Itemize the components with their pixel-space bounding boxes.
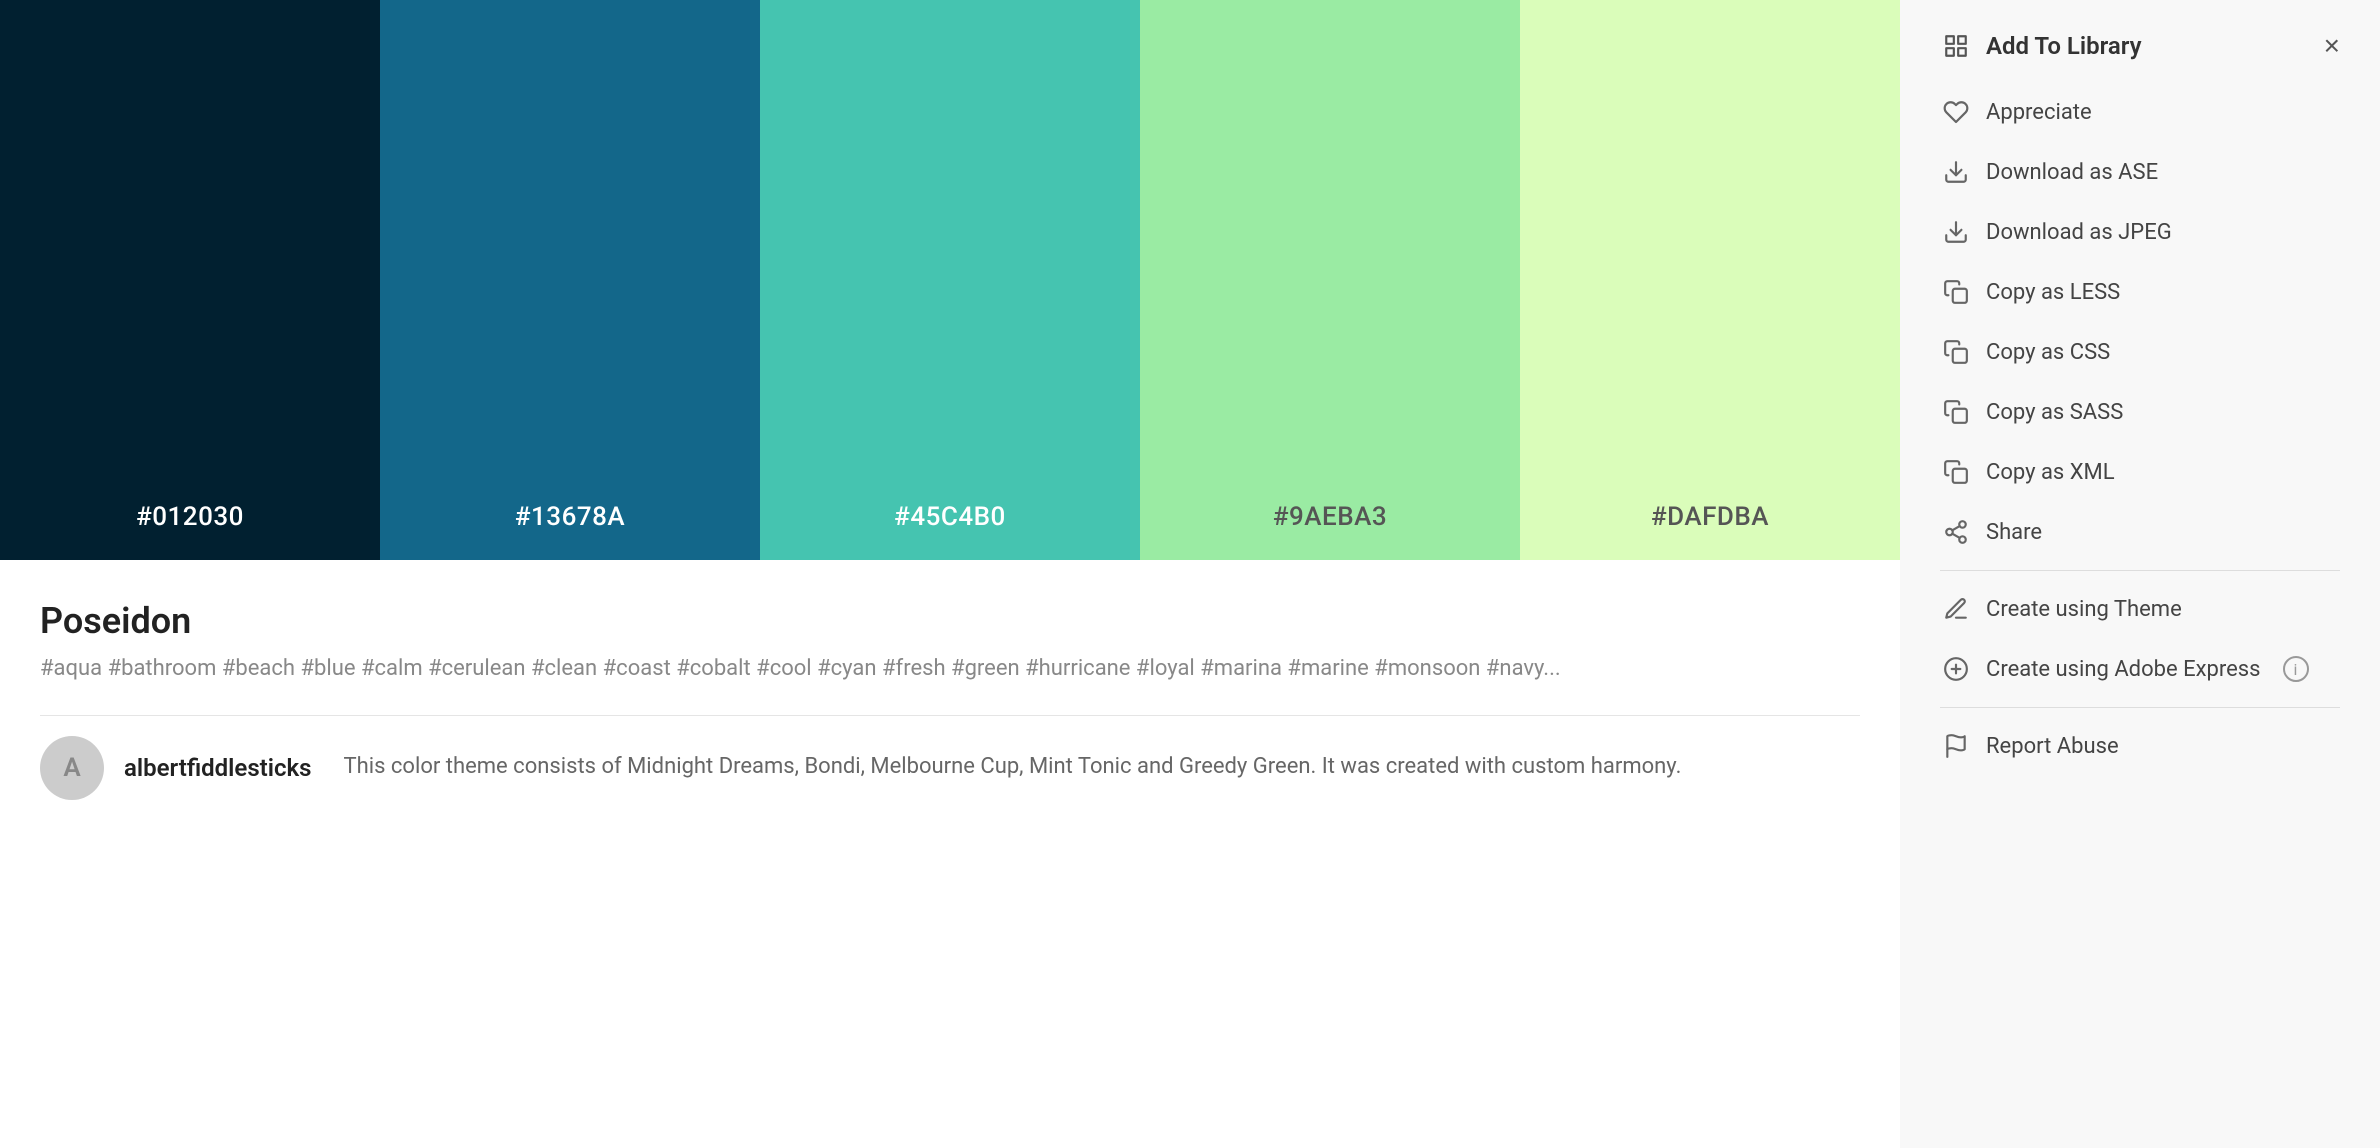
menu-item-download-jpeg[interactable]: Download as JPEG [1940, 202, 2340, 262]
copy-sass-label: Copy as SASS [1986, 400, 2123, 425]
author-row: A albertfiddlesticks This color theme co… [40, 736, 1860, 800]
menu-item-copy-xml[interactable]: Copy as XML [1940, 442, 2340, 502]
heart-icon [1940, 96, 1972, 128]
swatch-3[interactable]: #45C4B0 [760, 0, 1140, 560]
download-jpeg-label: Download as JPEG [1986, 220, 2172, 245]
express-icon [1940, 653, 1972, 685]
sidebar-header: Add To Library × [1940, 30, 2340, 62]
menu-item-share[interactable]: Share [1940, 502, 2340, 562]
swatch-hex-4: #9AEBA3 [1273, 502, 1387, 532]
download-ase-icon [1940, 156, 1972, 188]
create-express-label: Create using Adobe Express [1986, 657, 2261, 682]
menu-item-copy-css[interactable]: Copy as CSS [1940, 322, 2340, 382]
download-jpeg-icon [1940, 216, 1972, 248]
appreciate-label: Appreciate [1986, 100, 2092, 125]
sidebar-title: Add To Library [1986, 32, 2141, 60]
swatch-hex-2: #13678A [515, 502, 625, 532]
info-divider [40, 715, 1860, 716]
close-button[interactable]: × [2324, 32, 2340, 60]
menu-item-create-theme[interactable]: Create using Theme [1940, 579, 2340, 639]
report-abuse-label: Report Abuse [1986, 734, 2119, 759]
menu-item-copy-sass[interactable]: Copy as SASS [1940, 382, 2340, 442]
main-container: #012030 #13678A #45C4B0 #9AEBA3 #DAFDBA … [0, 0, 2380, 1148]
right-sidebar: Add To Library × Appreciate Downloa [1900, 0, 2380, 1148]
menu-item-appreciate[interactable]: Appreciate [1940, 82, 2340, 142]
flag-icon [1940, 730, 1972, 762]
author-description: This color theme consists of Midnight Dr… [344, 752, 1682, 783]
info-panel: Poseidon #aqua #bathroom #beach #blue #c… [0, 560, 1900, 1148]
swatch-2[interactable]: #13678A [380, 0, 760, 560]
swatch-hex-1: #012030 [136, 502, 244, 532]
left-panel: #012030 #13678A #45C4B0 #9AEBA3 #DAFDBA … [0, 0, 1900, 1148]
avatar: A [40, 736, 104, 800]
menu-item-download-ase[interactable]: Download as ASE [1940, 142, 2340, 202]
info-icon[interactable]: i [2283, 656, 2309, 682]
swatch-5[interactable]: #DAFDBA [1520, 0, 1900, 560]
copy-less-label: Copy as LESS [1986, 280, 2120, 305]
copy-css-icon [1940, 336, 1972, 368]
palette-tags: #aqua #bathroom #beach #blue #calm #ceru… [40, 654, 1860, 685]
copy-xml-label: Copy as XML [1986, 460, 2115, 485]
copy-css-label: Copy as CSS [1986, 340, 2110, 365]
author-name[interactable]: albertfiddlesticks [124, 754, 312, 782]
copy-less-icon [1940, 276, 1972, 308]
share-label: Share [1986, 520, 2042, 545]
menu-item-create-express[interactable]: Create using Adobe Express i [1940, 639, 2340, 699]
sidebar-divider-1 [1940, 570, 2340, 571]
library-icon [1940, 30, 1972, 62]
download-ase-label: Download as ASE [1986, 160, 2158, 185]
menu-item-copy-less[interactable]: Copy as LESS [1940, 262, 2340, 322]
color-swatches: #012030 #13678A #45C4B0 #9AEBA3 #DAFDBA [0, 0, 1900, 560]
copy-xml-icon [1940, 456, 1972, 488]
swatch-1[interactable]: #012030 [0, 0, 380, 560]
share-icon [1940, 516, 1972, 548]
menu-item-report-abuse[interactable]: Report Abuse [1940, 716, 2340, 776]
sidebar-divider-2 [1940, 707, 2340, 708]
brush-icon [1940, 593, 1972, 625]
copy-sass-icon [1940, 396, 1972, 428]
swatch-hex-3: #45C4B0 [894, 502, 1006, 532]
swatch-hex-5: #DAFDBA [1651, 502, 1769, 532]
create-theme-label: Create using Theme [1986, 597, 2182, 622]
palette-title: Poseidon [40, 600, 1860, 642]
swatch-4[interactable]: #9AEBA3 [1140, 0, 1520, 560]
sidebar-title-row: Add To Library [1940, 30, 2141, 62]
